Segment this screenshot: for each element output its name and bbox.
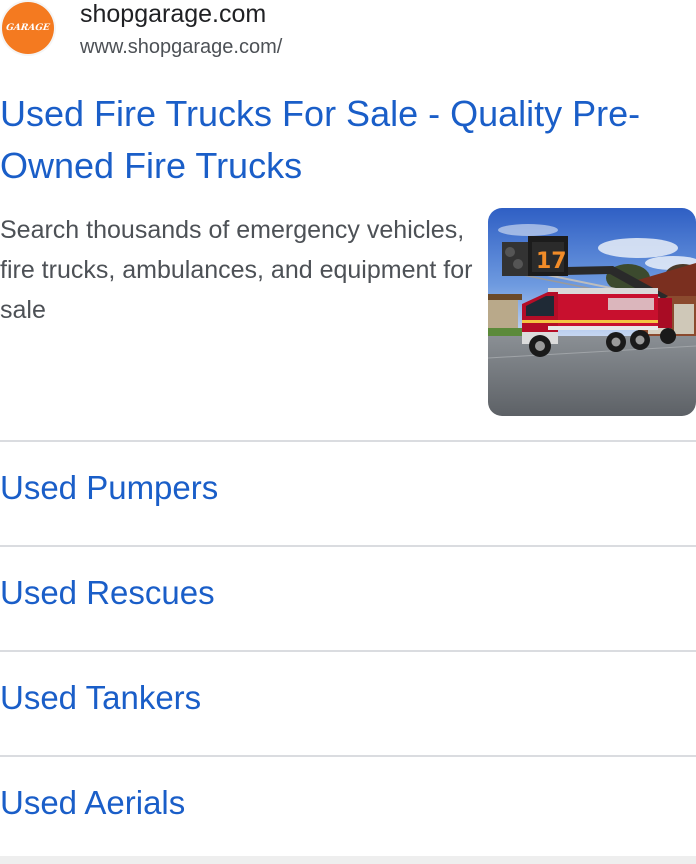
sitelink-label[interactable]: Used Tankers [0,678,201,718]
result-snippet: Search thousands of emergency vehicles, … [0,216,473,324]
sitelink-used-rescues[interactable]: Used Rescues [0,545,696,650]
sitelink-used-tankers[interactable]: Used Tankers [0,650,696,755]
sitelink-used-aerials[interactable]: Used Aerials [0,755,696,860]
card-bottom-divider [0,856,696,864]
sitelink-label[interactable]: Used Rescues [0,573,215,613]
svg-text:17: 17 [536,249,567,274]
site-name[interactable]: shopgarage.com [80,0,266,29]
favicon-label: GARAGE [5,23,51,33]
sitelink-label[interactable]: Used Aerials [0,783,185,823]
result-thumbnail[interactable]: 17 [488,208,696,416]
favicon-badge: GARAGE [2,2,54,54]
site-url[interactable]: www.shopgarage.com/ [80,34,282,60]
result-title-link[interactable]: Used Fire Trucks For Sale - Quality Pre-… [0,88,680,192]
site-header[interactable]: GARAGE shopgarage.com www.shopgarage.com… [0,0,696,64]
search-result-card: GARAGE shopgarage.com www.shopgarage.com… [0,0,696,864]
fire-truck-image: 17 [488,208,696,416]
sitelinks-list: Used Pumpers Used Rescues Used Tankers U… [0,440,696,860]
site-favicon-icon[interactable]: GARAGE [0,0,56,56]
sitelink-used-pumpers[interactable]: Used Pumpers [0,440,696,545]
sitelink-label[interactable]: Used Pumpers [0,468,218,508]
